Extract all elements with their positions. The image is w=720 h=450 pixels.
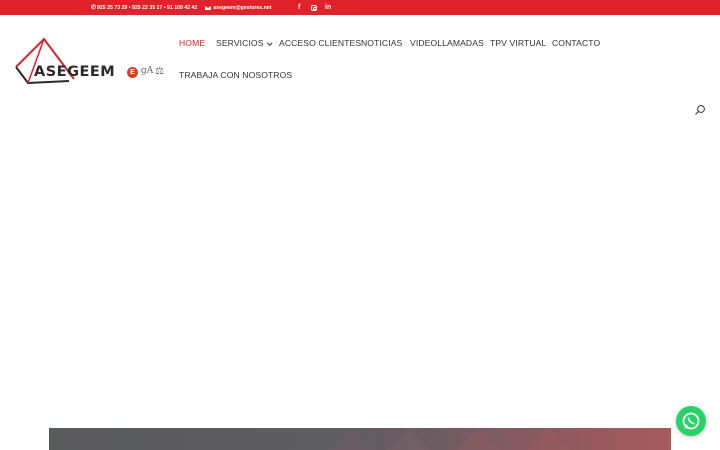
nav-trabaja-con-nosotros[interactable]: TRABAJA CON NOSOTROS: [179, 70, 292, 80]
search-icon[interactable]: [694, 103, 706, 115]
email-link[interactable]: asegeem@gestores.net: [213, 5, 271, 11]
phone-icon: ✆: [91, 5, 97, 11]
facebook-icon[interactable]: f: [298, 0, 300, 15]
banner-pattern: [327, 428, 571, 450]
whatsapp-icon[interactable]: [676, 406, 706, 436]
whatsapp-glyph: [682, 412, 700, 430]
logo-text: ASEGEEM: [34, 64, 116, 80]
nav-servicios-label: SERVICIOS: [216, 38, 264, 48]
nav-contacto[interactable]: CONTACTO: [552, 38, 600, 48]
association-badge-e[interactable]: E: [127, 67, 138, 78]
hero-banner: [49, 428, 671, 450]
phone-numbers[interactable]: 925 25 73 29 • 925 22 35 17 • 91 109 42 …: [97, 5, 197, 11]
scale-icon[interactable]: ⚖: [155, 66, 164, 77]
contact-info: ✆ 925 25 73 29 • 925 22 35 17 • 91 109 4…: [91, 0, 271, 15]
nav-acceso-clientes[interactable]: ACCESO CLIENTES: [279, 38, 361, 48]
nav-tpv-virtual[interactable]: TPV VIRTUAL: [490, 38, 546, 48]
nav-noticias[interactable]: NOTICIAS: [361, 38, 402, 48]
chevron-down-icon: [266, 39, 272, 45]
nav-home[interactable]: HOME: [179, 38, 205, 48]
linkedin-icon[interactable]: in: [325, 0, 331, 15]
gestores-icon[interactable]: gA: [141, 66, 153, 76]
page: ✆ 925 25 73 29 • 925 22 35 17 • 91 109 4…: [0, 0, 720, 450]
mail-icon: [205, 5, 212, 10]
instagram-icon[interactable]: [311, 0, 317, 15]
nav-servicios[interactable]: SERVICIOS: [216, 38, 272, 48]
nav-videollamadas[interactable]: VIDEOLLAMADAS: [410, 38, 484, 48]
site-logo[interactable]: ASEGEEM: [14, 37, 116, 85]
top-contact-bar: ✆ 925 25 73 29 • 925 22 35 17 • 91 109 4…: [0, 0, 720, 15]
